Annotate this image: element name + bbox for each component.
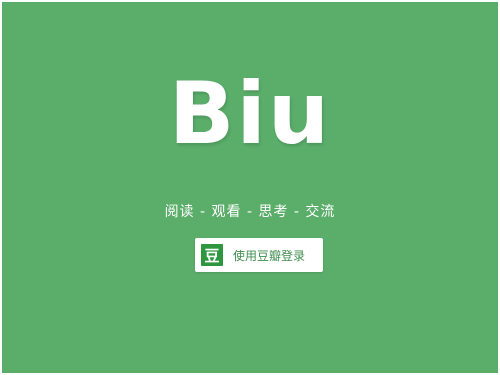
app-logo: Biu xyxy=(168,64,332,164)
tagline: 阅读 - 观看 - 思考 - 交流 xyxy=(164,204,336,220)
landing-screen: Biu 阅读 - 观看 - 思考 - 交流 豆 使用豆瓣登录 xyxy=(2,2,498,373)
douban-icon: 豆 xyxy=(201,244,223,266)
login-button-label: 使用豆瓣登录 xyxy=(233,248,306,263)
douban-login-button[interactable]: 豆 使用豆瓣登录 xyxy=(195,238,323,272)
